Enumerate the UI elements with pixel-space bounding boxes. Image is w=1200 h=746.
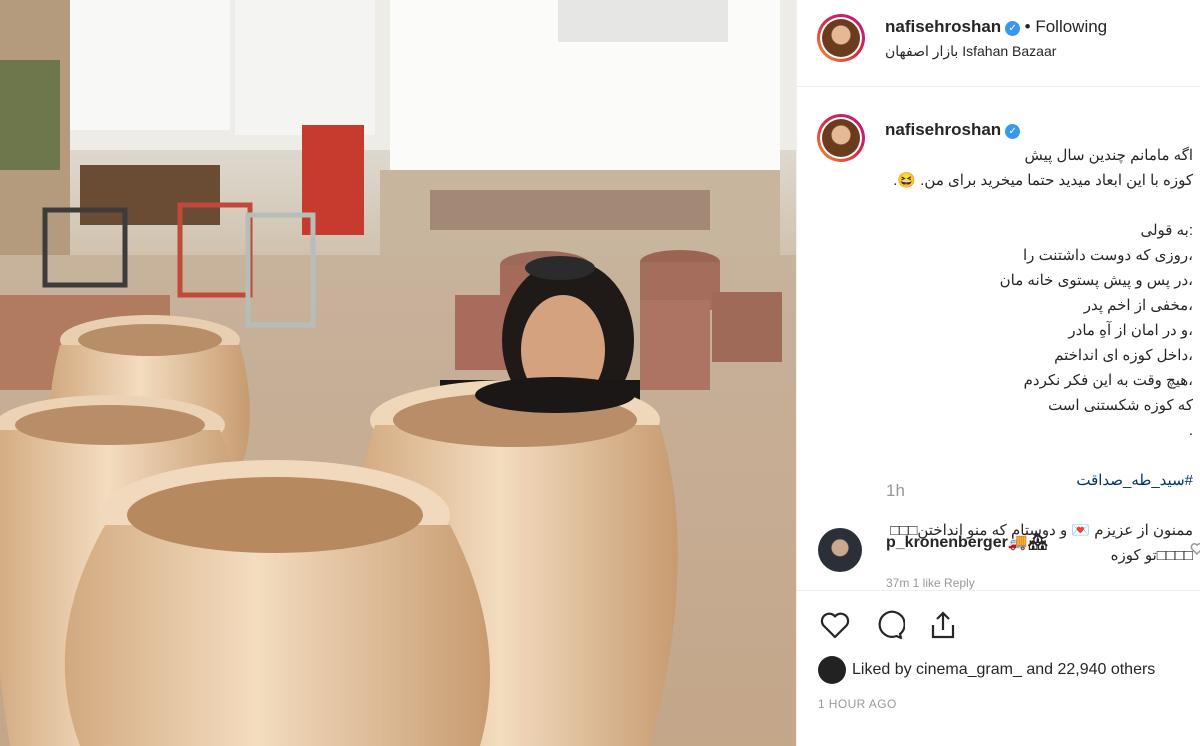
caption-time: 1h: [886, 481, 905, 500]
comment-like-icon[interactable]: [1190, 542, 1200, 556]
post-header: nafisehroshan ✓ • Following بازار اصفهان …: [797, 0, 1200, 87]
comment-meta: 37m 1 like Reply: [886, 576, 975, 590]
share-icon[interactable]: [927, 609, 959, 641]
follow-status[interactable]: • Following: [1025, 17, 1108, 36]
post-side-panel: nafisehroshan ✓ • Following بازار اصفهان …: [796, 0, 1200, 746]
likes-count[interactable]: Liked by cinema_gram_ and 22,940 others: [852, 661, 1155, 678]
post-actions: Liked by cinema_gram_ and 22,940 others …: [797, 590, 1200, 746]
liker-avatar[interactable]: [818, 656, 846, 684]
comment-icon[interactable]: [873, 609, 905, 641]
post-caption: اگه مامانم چندین سال پیش کوزه با این ابع…: [863, 118, 1193, 593]
photo-scene: [0, 0, 796, 746]
location-link[interactable]: بازار اصفهان Isfahan Bazaar: [885, 43, 1056, 60]
caption-hashtag[interactable]: #سید_طه_صداقت: [863, 468, 1193, 493]
author-username[interactable]: nafisehroshan: [885, 17, 1001, 36]
comment-item: p_kronenberger🚚🏘 37m 1 like Reply: [818, 528, 1200, 590]
verified-badge-icon: ✓: [1005, 21, 1021, 36]
caption-body: اگه مامانم چندین سال پیش کوزه با این ابع…: [893, 147, 1193, 439]
heart-icon[interactable]: [819, 609, 851, 641]
commenter-username[interactable]: p_kronenberger: [886, 534, 1008, 551]
post-timestamp[interactable]: 1 HOUR AGO: [818, 697, 897, 711]
author-avatar[interactable]: [817, 14, 865, 62]
post-photo[interactable]: [0, 0, 796, 746]
commenter-avatar[interactable]: [818, 528, 862, 572]
caption-author-avatar[interactable]: [817, 114, 865, 162]
comment-text: 🚚🏘: [1007, 534, 1049, 551]
